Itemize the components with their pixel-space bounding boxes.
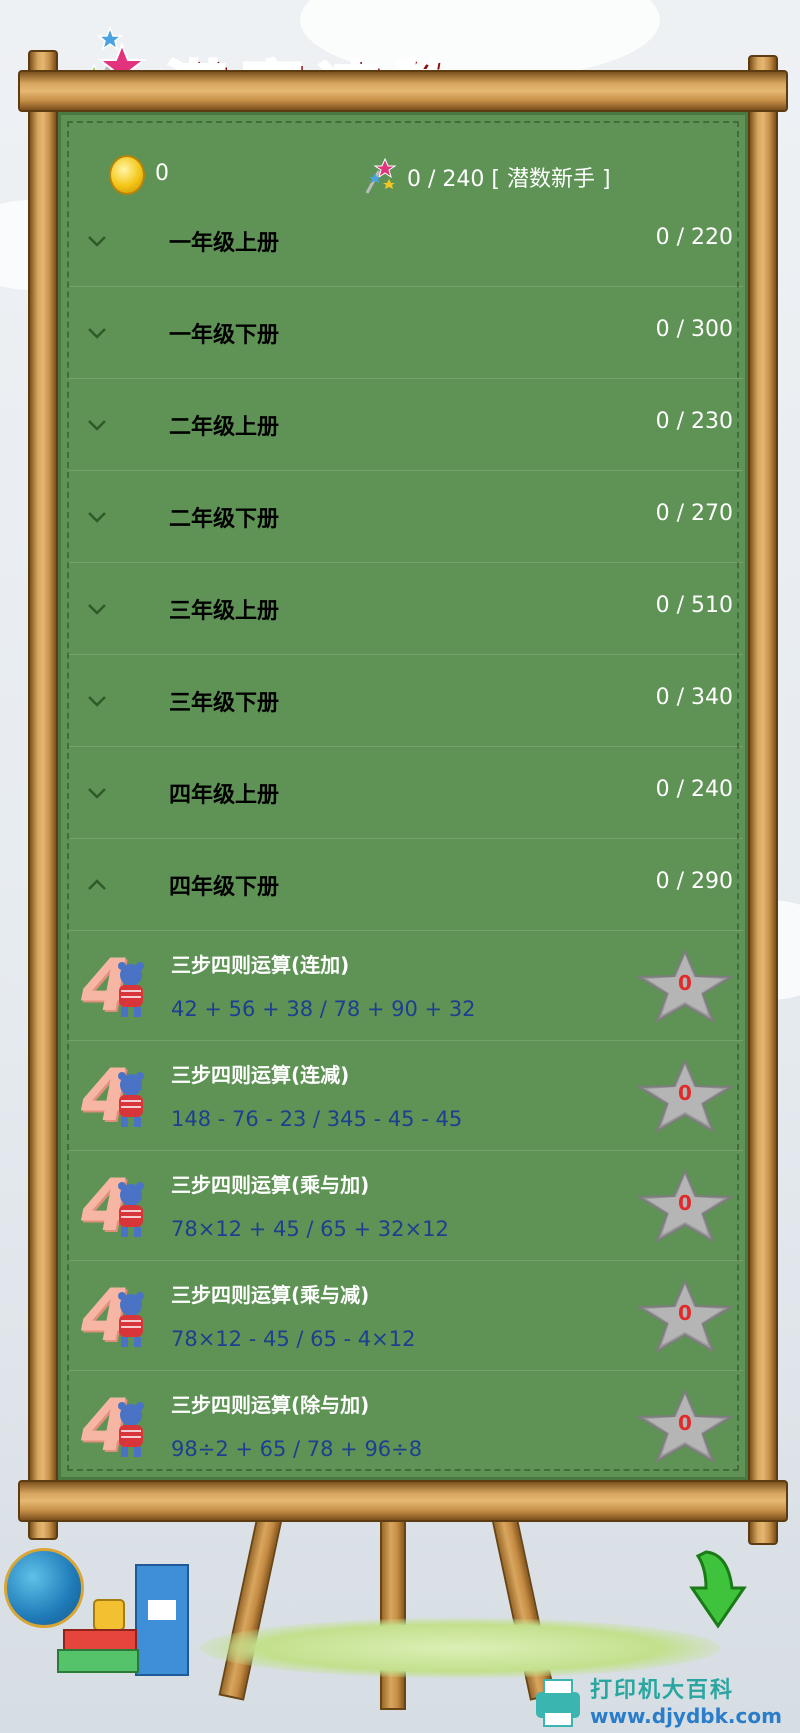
lesson-title: 三步四则运算(乘与减) [171, 1283, 370, 1307]
grade-progress-count: 0 / 300 [655, 317, 733, 342]
grade-label: 三年级上册 [169, 599, 280, 624]
grade-row[interactable]: 四年级下册 0 / 290 [69, 839, 743, 931]
grade-progress-count: 0 / 240 [655, 777, 733, 802]
grade-label: 四年级上册 [169, 783, 280, 808]
chalkboard: 0 0 / 240 [ 潜数新手 ] 一年级上册 0 / 220 一年级下册 0 / … [58, 112, 748, 1480]
grade-label: 二年级上册 [169, 415, 280, 440]
lesson-item[interactable]: 4 三步四则运算(除与加) 98÷2 + 65 / 78 + 96÷8 0 [69, 1371, 743, 1477]
bear-mascot-icon [118, 1072, 144, 1127]
lesson-example-expression: 78×12 - 45 / 65 - 4×12 [171, 1327, 416, 1351]
grade-label: 一年级下册 [169, 323, 280, 348]
grade-row[interactable]: 一年级上册 0 / 220 [69, 195, 743, 287]
chevron-down-icon [83, 319, 111, 347]
chevron-down-icon [83, 503, 111, 531]
lesson-example-expression: 78×12 + 45 / 65 + 32×12 [171, 1217, 449, 1241]
chevron-down-icon [83, 687, 111, 715]
grade-row[interactable]: 一年级下册 0 / 300 [69, 287, 743, 379]
lesson-item[interactable]: 4 三步四则运算(乘与加) 78×12 + 45 / 65 + 32×12 0 [69, 1151, 743, 1261]
watermark-url: www.djydbk.com [590, 1704, 782, 1728]
lesson-title: 三步四则运算(连减) [171, 1063, 350, 1087]
grade-label: 一年级上册 [169, 231, 280, 256]
lesson-example-expression: 42 + 56 + 38 / 78 + 90 + 32 [171, 997, 476, 1021]
frame-post-right [748, 55, 778, 1545]
star-count: 0 [678, 971, 692, 995]
bear-mascot-icon [118, 1292, 144, 1347]
chevron-down-icon [83, 595, 111, 623]
grade-row[interactable]: 三年级上册 0 / 510 [69, 563, 743, 655]
frame-post-left [28, 50, 58, 1540]
easel-leg-left [218, 1509, 284, 1701]
shooting-star-icon [365, 157, 397, 194]
chevron-down-icon [83, 779, 111, 807]
grade-label: 二年级下册 [169, 507, 280, 532]
frame-rail-top [18, 70, 788, 112]
grade-label: 四年级下册 [169, 875, 280, 900]
lesson-title: 三步四则运算(除与加) [171, 1393, 370, 1417]
bear-mascot-icon [118, 962, 144, 1017]
grade-row[interactable]: 二年级下册 0 / 270 [69, 471, 743, 563]
chevron-up-icon [83, 871, 111, 899]
lesson-item[interactable]: 4 三步四则运算(乘与减) 78×12 - 45 / 65 - 4×12 0 [69, 1261, 743, 1371]
chevron-down-icon [83, 411, 111, 439]
grass-patch [200, 1618, 720, 1678]
lesson-example-expression: 98÷2 + 65 / 78 + 96÷8 [171, 1437, 423, 1461]
watermark-title: 打印机大百科 [590, 1678, 735, 1703]
grade-row[interactable]: 二年级上册 0 / 230 [69, 379, 743, 471]
grade-progress-count: 0 / 340 [655, 685, 733, 710]
printer-icon [536, 1679, 580, 1727]
status-header: 0 0 / 240 [ 潜数新手 ] [61, 115, 745, 195]
easel-leg-center [380, 1510, 406, 1710]
chevron-down-icon [83, 227, 111, 255]
grade-row[interactable]: 四年级上册 0 / 240 [69, 747, 743, 839]
coin-count: 0 [155, 161, 169, 186]
star-count: 0 [678, 1301, 692, 1325]
star-count: 0 [678, 1411, 692, 1435]
lesson-item[interactable]: 4 三步四则运算(连减) 148 - 76 - 23 / 345 - 45 - 45… [69, 1041, 743, 1151]
lesson-example-expression: 148 - 76 - 23 / 345 - 45 - 45 [171, 1107, 463, 1131]
frame-rail-bottom [18, 1480, 788, 1522]
watermark: 打印机大百科 www.djydbk.com [530, 1670, 800, 1733]
lesson-title: 三步四则运算(连加) [171, 953, 350, 977]
star-count: 0 [678, 1191, 692, 1215]
coin-icon [109, 155, 145, 195]
down-arrow-icon[interactable] [688, 1548, 748, 1630]
grade-progress-count: 0 / 290 [655, 869, 733, 894]
grade-progress-count: 0 / 510 [655, 593, 733, 618]
grade-row[interactable]: 三年级下册 0 / 340 [69, 655, 743, 747]
progress-status: 0 / 240 [ 潜数新手 ] [407, 167, 611, 192]
grade-progress-count: 0 / 270 [655, 501, 733, 526]
grade-progress-count: 0 / 220 [655, 225, 733, 250]
lesson-title: 三步四则运算(乘与加) [171, 1173, 370, 1197]
lesson-item[interactable]: 4 三步四则运算(连加) 42 + 56 + 38 / 78 + 90 + 32 0 [69, 931, 743, 1041]
star-count: 0 [678, 1081, 692, 1105]
bear-mascot-icon [118, 1402, 144, 1457]
grade-progress-count: 0 / 230 [655, 409, 733, 434]
grade-label: 三年级下册 [169, 691, 280, 716]
books-illustration [57, 1564, 189, 1676]
bear-mascot-icon [118, 1182, 144, 1237]
